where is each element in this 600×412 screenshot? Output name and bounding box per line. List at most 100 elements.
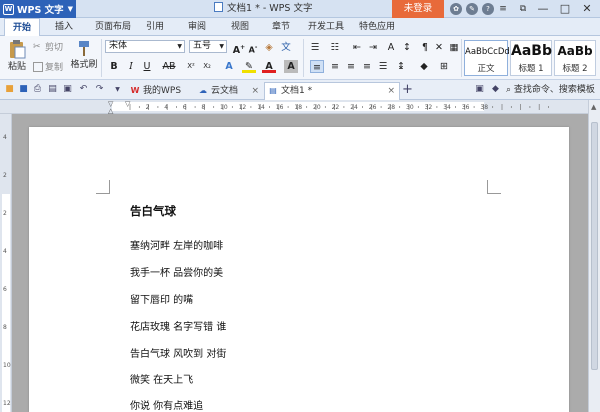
bold-icon[interactable]: B bbox=[107, 60, 121, 73]
command-search[interactable]: ⌕ 查找命令、搜索模板 bbox=[506, 82, 600, 98]
highlight-icon[interactable]: ✎ bbox=[242, 60, 256, 73]
grid-icon[interactable]: ▦ bbox=[447, 41, 461, 54]
line-spacing-icon[interactable]: ↨ bbox=[394, 60, 408, 73]
numbered-list-icon[interactable]: ☷ bbox=[328, 41, 342, 54]
close-icon[interactable]: × bbox=[387, 83, 395, 99]
document-title[interactable]: 告白气球 bbox=[130, 203, 176, 219]
scroll-up-icon[interactable]: ▲ bbox=[591, 103, 596, 111]
text-effects-icon[interactable]: A bbox=[222, 60, 236, 73]
paste-label: 粘贴 bbox=[7, 62, 26, 72]
maximize-button[interactable]: □ bbox=[555, 0, 575, 18]
font-name-select[interactable]: 宋体 ▼ bbox=[105, 40, 185, 53]
copy-button[interactable]: 复制 bbox=[33, 60, 63, 73]
skin-icon[interactable]: ✿ bbox=[450, 3, 462, 15]
grow-font-icon[interactable]: A+ bbox=[232, 41, 246, 56]
shading-icon[interactable]: ◆ bbox=[417, 60, 431, 73]
export-icon[interactable]: ▣ bbox=[62, 84, 73, 95]
scrollbar-thumb[interactable] bbox=[591, 122, 598, 370]
document-line[interactable]: 你说 你有点难追 bbox=[130, 397, 203, 412]
print-preview-icon[interactable]: ▤ bbox=[47, 84, 58, 95]
close-icon[interactable]: × bbox=[251, 83, 259, 99]
superscript-icon[interactable]: X² bbox=[184, 60, 198, 73]
font-color-icon[interactable]: A bbox=[262, 60, 276, 73]
vertical-scrollbar[interactable]: ▲ bbox=[588, 100, 600, 412]
doc-tab-document1[interactable]: ▤ 文档1 * × bbox=[264, 82, 400, 100]
shrink-font-icon[interactable]: A- bbox=[246, 41, 260, 55]
document-line[interactable]: 留下唇印 的嘴 bbox=[130, 291, 193, 306]
distribute-icon[interactable]: ☰ bbox=[376, 60, 390, 73]
doc-tab-my-wps[interactable]: W 我的WPS bbox=[126, 82, 194, 100]
strikethrough-icon[interactable]: AB bbox=[160, 60, 178, 73]
style-normal[interactable]: AaBbCcDd 正文 bbox=[464, 40, 510, 76]
decrease-indent-icon[interactable]: ⇤ bbox=[350, 41, 364, 54]
ruler-tick-label: 28 bbox=[387, 104, 395, 111]
table-icon[interactable]: ✕ bbox=[432, 41, 446, 54]
tab-view[interactable]: 视图 bbox=[225, 18, 255, 36]
sort-icon[interactable]: ↕ bbox=[400, 41, 414, 54]
italic-icon[interactable]: I bbox=[124, 60, 138, 73]
hanging-indent-icon[interactable]: △ bbox=[108, 107, 113, 115]
document-line[interactable]: 我手一杯 品尝你的美 bbox=[130, 264, 223, 279]
document-line[interactable]: 花店玫瑰 名字写错 谁 bbox=[130, 318, 226, 333]
align-left-icon[interactable]: ≡ bbox=[310, 60, 324, 73]
tab-sections[interactable]: 章节 bbox=[266, 18, 296, 36]
ribbon-separator bbox=[303, 39, 304, 77]
style-heading-2[interactable]: AaBb 标题 2 bbox=[554, 40, 596, 76]
align-center-icon[interactable]: ≡ bbox=[328, 60, 342, 73]
new-tab-icon[interactable]: + bbox=[402, 83, 413, 96]
font-size-select[interactable]: 五号 ▼ bbox=[189, 40, 227, 53]
font-size-value: 五号 bbox=[193, 41, 212, 51]
help-icon[interactable]: ? bbox=[482, 3, 494, 15]
chat-icon[interactable]: ▣ bbox=[474, 84, 485, 95]
increase-indent-icon[interactable]: ⇥ bbox=[366, 41, 380, 54]
align-right-icon[interactable]: ≡ bbox=[344, 60, 358, 73]
tab-insert[interactable]: 插入 bbox=[46, 18, 82, 36]
border-icon[interactable]: ⊞ bbox=[437, 60, 451, 73]
restore-icon[interactable]: ⧉ bbox=[513, 0, 533, 18]
undo-icon[interactable]: ↶ bbox=[78, 84, 89, 95]
clear-format-icon[interactable]: ◈ bbox=[262, 41, 276, 54]
justify-icon[interactable]: ≡ bbox=[360, 60, 374, 73]
tab-page-layout[interactable]: 页面布局 bbox=[88, 18, 138, 36]
app-menu-button[interactable]: W WPS 文字 ▼ bbox=[0, 0, 76, 18]
login-button[interactable]: 未登录 bbox=[392, 0, 444, 18]
document-line[interactable]: 塞纳河畔 左岸的咖啡 bbox=[130, 237, 223, 252]
document-line[interactable]: 微笑 在天上飞 bbox=[130, 371, 193, 386]
pin-icon[interactable]: ◆ bbox=[490, 84, 501, 95]
feedback-icon[interactable]: ✎ bbox=[466, 3, 478, 15]
doc-tab-label: 我的WPS bbox=[143, 86, 182, 96]
document-page[interactable]: 告白气球 塞纳河畔 左岸的咖啡 我手一杯 品尝你的美 留下唇印 的嘴 花店玫瑰 … bbox=[29, 127, 569, 412]
vertical-ruler[interactable]: 4 2 2 4 6 8 10 12 bbox=[0, 114, 12, 412]
tab-home[interactable]: 开始 bbox=[4, 18, 40, 37]
subscript-icon[interactable]: X₂ bbox=[200, 60, 214, 73]
menu-icon[interactable]: ≡ bbox=[497, 3, 509, 15]
bullet-list-icon[interactable]: ☰ bbox=[308, 41, 322, 54]
show-marks-icon[interactable]: ¶ bbox=[418, 41, 432, 54]
style-heading-1[interactable]: AaBb 标题 1 bbox=[510, 40, 552, 76]
style-name: 标题 2 bbox=[562, 64, 588, 74]
doc-tab-cloud[interactable]: ☁ 云文档 × bbox=[194, 82, 264, 100]
tab-references[interactable]: 引用 bbox=[140, 18, 170, 36]
chevron-down-icon[interactable]: ▼ bbox=[112, 84, 123, 95]
close-button[interactable]: ✕ bbox=[577, 0, 597, 18]
print-icon[interactable]: ⎙ bbox=[32, 84, 43, 95]
char-shading-icon[interactable]: A bbox=[284, 60, 298, 73]
first-line-indent-icon[interactable]: ▽ bbox=[125, 100, 130, 108]
paste-button[interactable]: 粘贴 bbox=[5, 39, 29, 72]
minimize-button[interactable]: — bbox=[533, 0, 553, 18]
open-folder-icon[interactable]: ■ bbox=[4, 84, 15, 95]
doc-tab-label: 云文档 bbox=[211, 86, 239, 96]
ruler-tick-label: 32 bbox=[425, 104, 433, 111]
save-icon[interactable]: ■ bbox=[18, 84, 29, 95]
pinyin-icon[interactable]: 文 bbox=[279, 41, 293, 54]
document-line[interactable]: 告白气球 风吹到 对街 bbox=[130, 345, 226, 360]
horizontal-ruler[interactable]: 2 4 6 8 10 12 14 16 18 20 22 24 26 28 30 32 34 36 38 ▽ ▽ △ bbox=[0, 100, 600, 115]
format-painter-button[interactable]: 格式刷 bbox=[70, 39, 98, 70]
chinese-layout-icon[interactable]: A bbox=[384, 41, 398, 54]
underline-icon[interactable]: U bbox=[140, 60, 154, 73]
tab-developer[interactable]: 开发工具 bbox=[304, 18, 348, 36]
cut-button[interactable]: ✂ 剪切 bbox=[33, 40, 63, 54]
tab-special[interactable]: 特色应用 bbox=[355, 18, 399, 36]
redo-icon[interactable]: ↷ bbox=[94, 84, 105, 95]
tab-review[interactable]: 审阅 bbox=[182, 18, 212, 36]
